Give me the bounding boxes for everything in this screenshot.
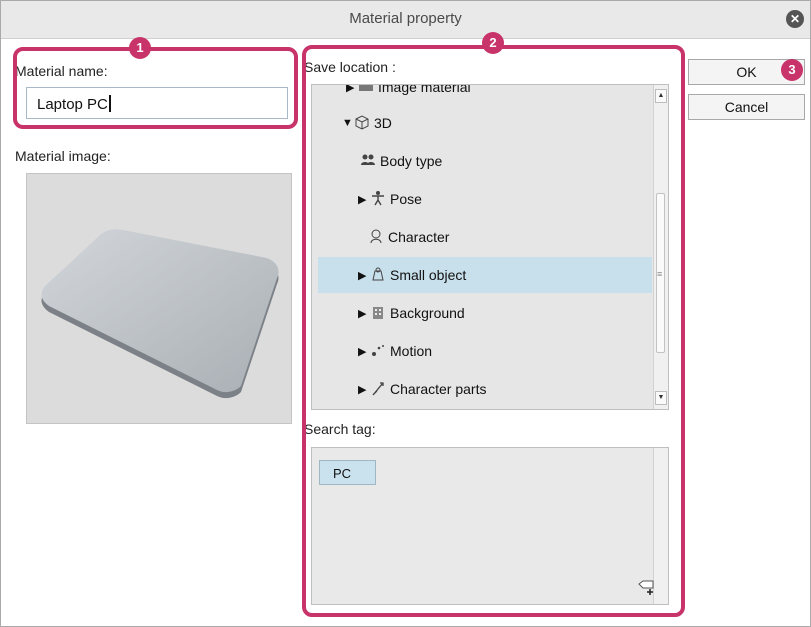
highlight-box-2: [302, 45, 685, 617]
material-image-label: Material image:: [15, 148, 111, 164]
laptop-preview-image: [41, 229, 279, 399]
window-title: Material property: [349, 10, 462, 27]
title-bar: Material property ✕: [1, 1, 810, 39]
material-property-dialog: Material property ✕ Material name: Lapto…: [0, 0, 811, 627]
cancel-button[interactable]: Cancel: [688, 94, 805, 120]
close-icon[interactable]: ✕: [786, 10, 804, 28]
annotation-badge-1: 1: [129, 37, 151, 59]
annotation-badge-2: 2: [482, 32, 504, 54]
material-image-preview: [26, 173, 292, 424]
highlight-box-1: [13, 47, 298, 129]
annotation-badge-3: 3: [781, 59, 803, 81]
